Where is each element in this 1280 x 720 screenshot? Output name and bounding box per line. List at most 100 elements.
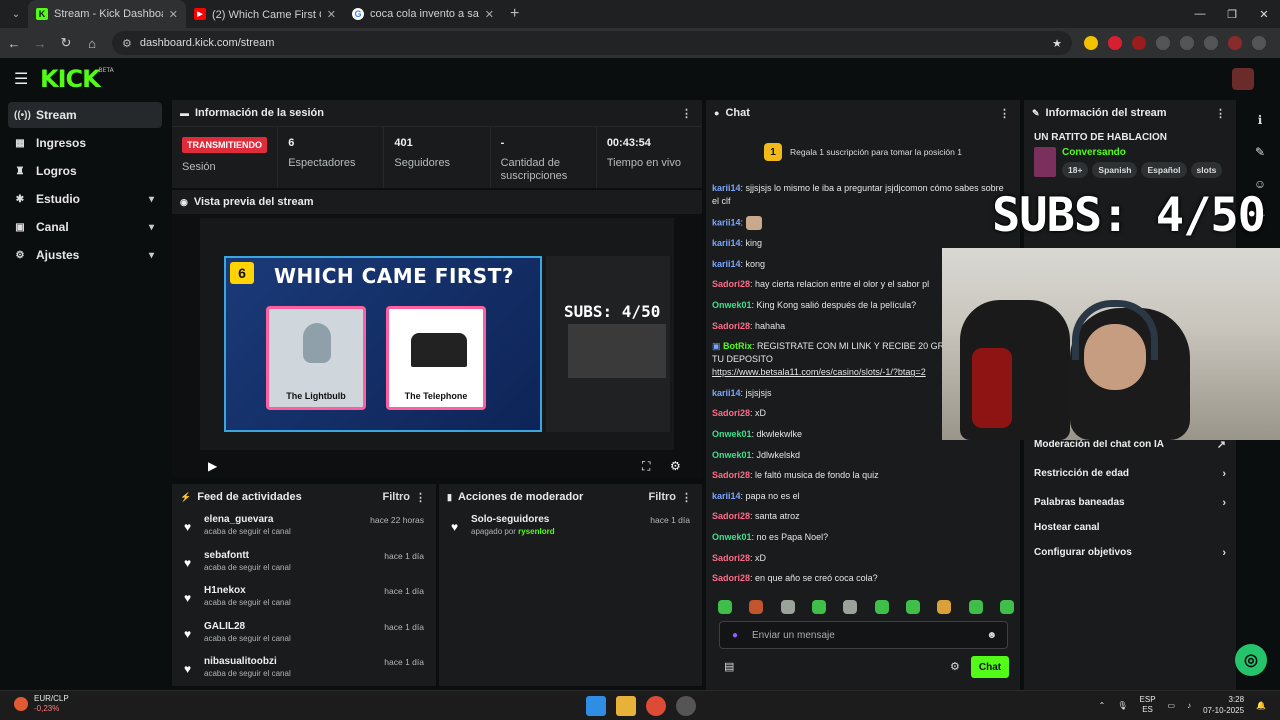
info-icon[interactable]: ℹ <box>1248 108 1272 132</box>
reload-icon[interactable]: ↻ <box>54 35 78 51</box>
windows-start-icon[interactable] <box>586 696 606 716</box>
market-widget[interactable]: EUR/CLP -0,23% <box>14 694 69 714</box>
profile-avatar[interactable] <box>1228 36 1242 50</box>
chat-username[interactable]: karii14 <box>712 259 741 269</box>
send-chat-button[interactable]: Chat <box>971 656 1009 678</box>
kebab-menu-icon[interactable]: ⋮ <box>681 491 692 504</box>
user-avatar[interactable] <box>1232 68 1254 90</box>
sidebar-item-stream[interactable]: ((•)) Stream <box>8 102 162 128</box>
moderator-name[interactable]: rysenlord <box>518 527 554 536</box>
chat-link[interactable]: https://www.betsala11.com/es/casino/slot… <box>712 367 926 377</box>
menu-dots-icon[interactable] <box>1252 36 1266 50</box>
chat-message-input[interactable]: ● Enviar un mensaje ☻ <box>719 621 1008 649</box>
chat-username[interactable]: Sadori28 <box>712 279 750 289</box>
support-chat-button[interactable]: ◎ <box>1235 644 1267 676</box>
sidebar-item-logros[interactable]: ♜ Logros <box>8 158 162 184</box>
browser-tab-kick[interactable]: K Stream - Kick Dashboard ✕ <box>28 0 186 28</box>
network-icon[interactable]: ▭ <box>1168 701 1176 710</box>
chat-username[interactable]: karii14 <box>712 491 741 501</box>
chat-settings-icon[interactable]: ⚙ <box>950 660 960 673</box>
maximize-icon[interactable]: ❐ <box>1216 0 1248 28</box>
chat-username[interactable]: Onwek01 <box>712 429 752 439</box>
kick-logo[interactable]: KICK BETA <box>40 65 114 93</box>
chrome-icon[interactable] <box>646 696 666 716</box>
kebab-menu-icon[interactable]: ⋮ <box>681 107 692 120</box>
emote-icon[interactable] <box>937 600 952 614</box>
obs-icon[interactable] <box>676 696 696 716</box>
chat-username[interactable]: karii14 <box>712 183 741 193</box>
media-icon[interactable] <box>1204 36 1218 50</box>
close-window-icon[interactable]: ✕ <box>1248 0 1280 28</box>
sidebar-item-ajustes[interactable]: ⚙ Ajustes ▾ <box>8 242 162 268</box>
gift-icon[interactable]: ▤ <box>724 660 734 673</box>
filter-button[interactable]: Filtro <box>383 491 411 503</box>
chat-username[interactable]: Sadori28 <box>712 573 750 583</box>
kebab-menu-icon[interactable]: ⋮ <box>415 491 426 504</box>
emote-icon[interactable] <box>843 600 858 614</box>
system-clock[interactable]: 3:28 07-10-2025 <box>1203 694 1244 716</box>
preview-fullscreen-icon[interactable]: ⛶ <box>642 459 650 474</box>
close-tab-icon[interactable]: ✕ <box>169 8 178 21</box>
language-indicator[interactable]: ESP ES <box>1140 695 1156 715</box>
forward-icon[interactable]: → <box>28 36 52 51</box>
url-field[interactable]: ⚙ dashboard.kick.com/stream ★ <box>112 31 1072 55</box>
emote-icon[interactable] <box>999 600 1014 614</box>
kebab-menu-icon[interactable]: ⋮ <box>999 107 1010 120</box>
emote-icon[interactable] <box>718 600 732 614</box>
chat-username[interactable]: BotRix <box>723 341 752 351</box>
emote-icon[interactable] <box>780 600 795 614</box>
bookmark-star-icon[interactable]: ★ <box>1052 37 1062 50</box>
extension-icon[interactable] <box>1156 36 1170 50</box>
chat-username[interactable]: karii14 <box>712 238 741 248</box>
chat-username[interactable]: Sadori28 <box>712 470 750 480</box>
close-tab-icon[interactable]: ✕ <box>327 8 336 21</box>
preview-settings-icon[interactable]: ⚙ <box>670 459 681 473</box>
chat-username[interactable]: Onwek01 <box>712 532 752 542</box>
extension-icon[interactable] <box>1132 36 1146 50</box>
chat-username[interactable]: Sadori28 <box>712 408 750 418</box>
sub-gift-leaderboard[interactable]: 1 Regala 1 suscripción para tomar la pos… <box>706 128 1020 176</box>
tray-chevron-icon[interactable]: ⌃ <box>1099 701 1106 710</box>
emote-icon[interactable] <box>811 600 826 614</box>
menu-item-age-restriction[interactable]: Restricción de edad › <box>1024 461 1236 486</box>
chat-username[interactable]: karii14 <box>712 388 741 398</box>
microphone-icon[interactable]: ● <box>732 630 738 641</box>
browser-tab-youtube[interactable]: ▶ (2) Which Came First Quiz 🤔 ✕ <box>186 0 344 28</box>
browser-tab-google[interactable]: G coca cola invento a santa claus ✕ <box>344 0 502 28</box>
volume-icon[interactable]: ♪ <box>1187 701 1191 710</box>
sidebar-item-estudio[interactable]: ✱ Estudio ▾ <box>8 186 162 212</box>
notification-bell-icon[interactable]: 🔔 <box>1256 701 1266 710</box>
menu-item-host-channel[interactable]: Hostear canal <box>1024 515 1236 540</box>
close-tab-icon[interactable]: ✕ <box>485 8 494 21</box>
sidebar-item-canal[interactable]: ▣ Canal ▾ <box>8 214 162 240</box>
minimize-icon[interactable]: — <box>1184 0 1216 28</box>
site-info-icon[interactable]: ⚙ <box>122 37 132 50</box>
emote-icon[interactable] <box>968 600 983 614</box>
edit-icon[interactable]: ✎ <box>1248 140 1272 164</box>
chat-username[interactable]: Onwek01 <box>712 300 752 310</box>
emote-icon[interactable] <box>749 600 764 614</box>
extension-icon[interactable] <box>1108 36 1122 50</box>
chat-username[interactable]: Onwek01 <box>712 450 752 460</box>
chat-username[interactable]: karii14 <box>712 217 741 227</box>
file-explorer-icon[interactable] <box>616 696 636 716</box>
kebab-menu-icon[interactable]: ⋮ <box>1215 107 1226 120</box>
sidebar-item-ingresos[interactable]: ▦ Ingresos <box>8 130 162 156</box>
home-icon[interactable]: ⌂ <box>80 36 104 51</box>
back-icon[interactable]: ← <box>2 36 26 51</box>
emoji-icon[interactable]: ☻ <box>986 630 997 641</box>
microphone-icon[interactable]: 🎙 <box>1117 701 1127 710</box>
filter-button[interactable]: Filtro <box>649 491 677 503</box>
preview-play-icon[interactable]: ▶ <box>208 459 217 473</box>
hamburger-menu-icon[interactable]: ☰ <box>14 69 28 89</box>
chat-username[interactable]: Sadori28 <box>712 321 750 331</box>
emote-icon[interactable] <box>905 600 920 614</box>
extension-icon[interactable] <box>1084 36 1098 50</box>
chat-username[interactable]: Sadori28 <box>712 553 750 563</box>
menu-item-banned-words[interactable]: Palabras baneadas › <box>1024 490 1236 515</box>
new-tab-icon[interactable]: + <box>510 5 519 23</box>
tab-list-button[interactable]: ⌄ <box>4 4 28 24</box>
stream-preview-video[interactable]: 6 WHICH CAME FIRST? The Lightbulb The Te… <box>172 214 702 478</box>
emote-icon[interactable] <box>874 600 889 614</box>
menu-item-goals[interactable]: Configurar objetivos › <box>1024 540 1236 565</box>
